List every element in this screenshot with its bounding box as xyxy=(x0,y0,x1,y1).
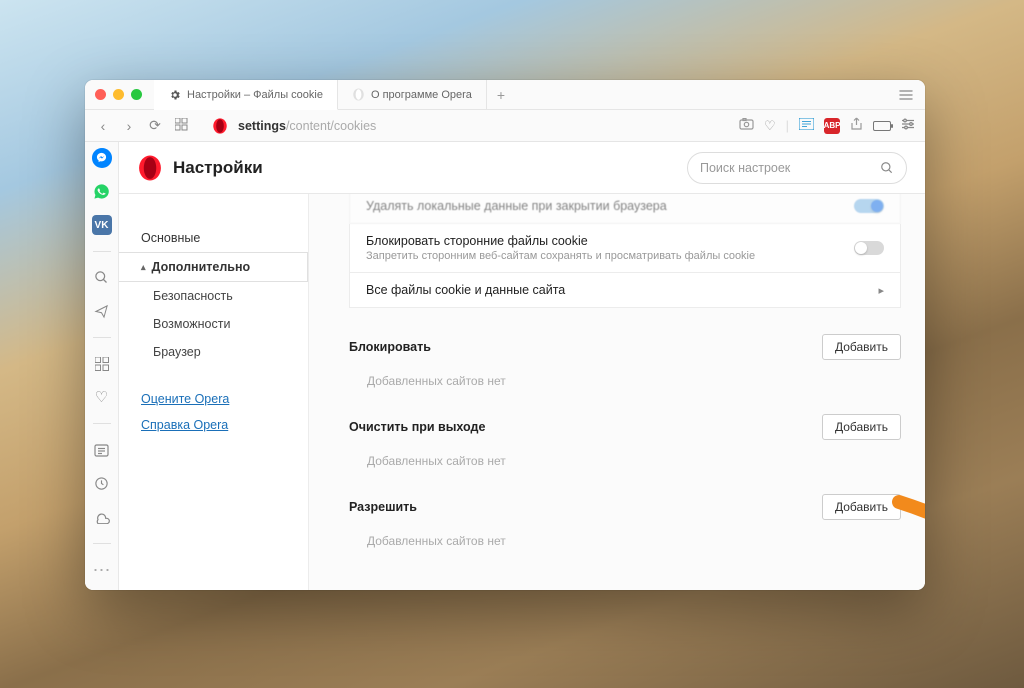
clear-empty-hint: Добавленных сайтов нет xyxy=(349,454,901,468)
address-field[interactable]: settings/content/cookies xyxy=(238,119,729,133)
messenger-icon[interactable] xyxy=(92,148,112,168)
new-tab-button[interactable]: + xyxy=(487,80,515,109)
left-sidebar: VK ♡ ⋯ xyxy=(85,142,119,590)
adblock-icon[interactable]: ABP xyxy=(824,118,840,134)
clear-section-header: Очистить при выходе Добавить xyxy=(349,414,901,440)
settings-search-input[interactable]: Поиск настроек xyxy=(687,152,907,184)
toolbar-right-icons: ♡ | ABP xyxy=(739,117,915,134)
block-section-header: Блокировать Добавить xyxy=(349,334,901,360)
search-icon xyxy=(880,161,894,175)
share-icon[interactable] xyxy=(850,117,863,134)
nav-forward-icon[interactable]: › xyxy=(121,118,137,134)
tabs-menu-icon[interactable] xyxy=(887,90,925,100)
settings-sidebar-icon[interactable]: ⋯ xyxy=(92,560,112,580)
nav-advanced[interactable]: ▴ Дополнительно xyxy=(119,252,308,282)
settings-nav: Основные ▴ Дополнительно Безопасность Во… xyxy=(119,194,309,590)
close-dot-icon[interactable] xyxy=(95,89,106,100)
opera-o-icon xyxy=(212,118,228,134)
allow-empty-hint: Добавленных сайтов нет xyxy=(349,534,901,548)
browser-window: Настройки – Файлы cookie О программе Ope… xyxy=(85,80,925,590)
battery-icon xyxy=(873,121,891,131)
tab-strip: Настройки – Файлы cookie О программе Ope… xyxy=(154,80,515,109)
personal-news-icon[interactable] xyxy=(92,440,112,460)
search-sidebar-icon[interactable] xyxy=(92,268,112,288)
nav-browser[interactable]: Браузер xyxy=(119,338,308,366)
tab-label: Настройки – Файлы cookie xyxy=(187,89,323,101)
settings-content: Удалять локальные данные при закрытии бр… xyxy=(309,194,925,590)
send-sidebar-icon[interactable] xyxy=(92,301,112,321)
nav-rate-opera[interactable]: Оцените Opera xyxy=(119,386,308,412)
nav-help-opera[interactable]: Справка Opera xyxy=(119,412,308,438)
reload-icon[interactable]: ⟳ xyxy=(147,117,163,134)
zoom-dot-icon[interactable] xyxy=(131,89,142,100)
delete-on-close-row[interactable]: Удалять локальные данные при закрытии бр… xyxy=(349,194,901,224)
nav-basic[interactable]: Основные xyxy=(119,224,308,252)
page-title: Настройки xyxy=(173,158,263,178)
caret-up-icon: ▴ xyxy=(141,262,146,273)
vk-icon[interactable]: VK xyxy=(92,215,112,235)
add-allow-button[interactable]: Добавить xyxy=(822,494,901,520)
window-controls[interactable] xyxy=(95,89,142,100)
news-icon[interactable] xyxy=(799,118,814,133)
allow-section-header: Разрешить Добавить xyxy=(349,494,901,520)
heart-icon[interactable]: ♡ xyxy=(764,118,776,134)
titlebar: Настройки – Файлы cookie О программе Ope… xyxy=(85,80,925,110)
history-sidebar-icon[interactable] xyxy=(92,474,112,494)
gear-icon xyxy=(168,88,181,101)
opera-o-icon xyxy=(352,88,365,101)
all-cookies-row[interactable]: Все файлы cookie и данные сайта ▸ xyxy=(349,273,901,308)
block-empty-hint: Добавленных сайтов нет xyxy=(349,374,901,388)
easy-setup-icon[interactable] xyxy=(901,118,915,133)
address-bar: ‹ › ⟳ settings/content/cookies ♡ | ABP xyxy=(85,110,925,142)
speed-dial-sidebar-icon[interactable] xyxy=(92,354,112,374)
speed-dial-icon[interactable] xyxy=(173,118,189,134)
whatsapp-icon[interactable] xyxy=(92,182,112,202)
nav-security[interactable]: Безопасность xyxy=(119,282,308,310)
camera-icon[interactable] xyxy=(739,118,754,133)
block-thirdparty-row[interactable]: Блокировать сторонние файлы cookie Запре… xyxy=(349,224,901,273)
add-clear-button[interactable]: Добавить xyxy=(822,414,901,440)
toggle-icon[interactable] xyxy=(854,241,884,255)
nav-back-icon[interactable]: ‹ xyxy=(95,118,111,134)
opera-logo-icon xyxy=(137,155,163,181)
downloads-sidebar-icon[interactable] xyxy=(92,507,112,527)
tab-label: О программе Opera xyxy=(371,89,472,101)
toggle-icon[interactable] xyxy=(854,199,884,213)
tab-about-opera[interactable]: О программе Opera xyxy=(338,80,487,109)
chevron-right-icon: ▸ xyxy=(878,284,884,297)
settings-header: Настройки Поиск настроек xyxy=(119,142,925,194)
bookmarks-sidebar-icon[interactable]: ♡ xyxy=(92,388,112,408)
minimize-dot-icon[interactable] xyxy=(113,89,124,100)
tab-settings-cookies[interactable]: Настройки – Файлы cookie xyxy=(154,80,338,110)
add-block-button[interactable]: Добавить xyxy=(822,334,901,360)
nav-features[interactable]: Возможности xyxy=(119,310,308,338)
